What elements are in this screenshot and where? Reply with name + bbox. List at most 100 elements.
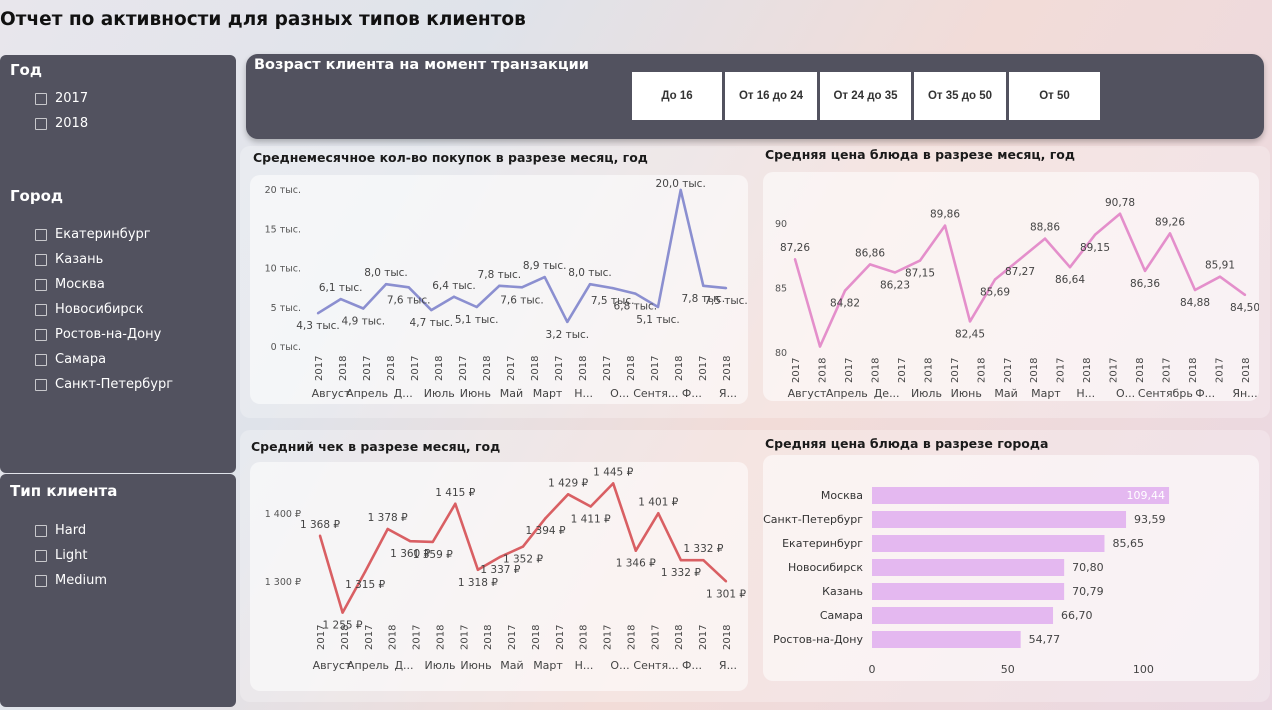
- x-tick-year: 2017: [362, 356, 373, 381]
- checkbox[interactable]: [35, 378, 47, 391]
- data-point: [818, 345, 822, 348]
- data-point: [724, 286, 728, 290]
- series-line: [793, 212, 1246, 348]
- filter-city-spb[interactable]: Санкт-Петербург: [35, 377, 173, 392]
- data-point: [475, 305, 478, 309]
- filter-city-kazan[interactable]: Казань: [35, 252, 103, 267]
- filter-client-light[interactable]: Light: [35, 548, 87, 563]
- data-point: [454, 502, 457, 505]
- filter-client-medium[interactable]: Medium: [35, 573, 107, 588]
- data-label: 1 401 ₽: [638, 496, 678, 508]
- data-label: 1 445 ₽: [593, 466, 633, 478]
- age-slicer: Возраст клиента на момент транзакции До …: [246, 54, 1264, 139]
- x-tick-month: Н...: [575, 659, 594, 672]
- checkbox[interactable]: [35, 353, 47, 366]
- bar: [872, 607, 1054, 624]
- x-tick-month: Июнь: [460, 387, 491, 400]
- x-tick-year: 2018: [579, 625, 590, 650]
- bar: [872, 631, 1021, 648]
- x-tick-year: 2018: [1188, 358, 1199, 383]
- data-label: 6,4 тыс.: [432, 280, 476, 292]
- data-point: [543, 275, 546, 279]
- chart-dish-price: 80 85 90 87,26 84,82 86,86 86,2387,15 89,86 82,4…: [775, 197, 1260, 400]
- bar: [872, 487, 1170, 504]
- data-label: 84,50: [1230, 302, 1259, 314]
- data-label: 84,88: [1180, 297, 1210, 309]
- x-tick-year: 2018: [530, 356, 541, 381]
- x-tick-month: Ф...: [682, 659, 702, 672]
- data-label: 87,27: [1005, 266, 1035, 278]
- bar-data-label: 85,65: [1112, 537, 1144, 550]
- x-tick-year: 2018: [434, 356, 445, 381]
- data-point: [634, 549, 637, 552]
- filter-city-ekaterinburg[interactable]: Екатеринбург: [35, 227, 151, 242]
- bar: [872, 559, 1065, 576]
- data-point: [588, 283, 592, 286]
- x-tick-month: Ян...: [1232, 387, 1257, 400]
- data-label: 5,1 тыс.: [636, 314, 680, 326]
- x-tick-year: 2018: [388, 625, 399, 650]
- checkbox[interactable]: [35, 524, 47, 537]
- data-label: 85,91: [1205, 260, 1235, 272]
- data-label: 89,86: [930, 209, 960, 221]
- age-button-under-16[interactable]: До 16: [632, 72, 722, 120]
- x-tick-year: 2017: [364, 625, 375, 650]
- age-button-16-24[interactable]: От 16 до 24: [725, 72, 817, 120]
- x-tick-year: 2017: [507, 625, 518, 650]
- data-label: 7,8 тыс.: [478, 269, 522, 281]
- x-tick-year: 2017: [603, 625, 614, 650]
- data-point: [702, 559, 705, 562]
- x-tick-year: 2017: [791, 358, 802, 383]
- data-point: [868, 263, 872, 266]
- checkbox[interactable]: [35, 92, 47, 105]
- data-label: 8,9 тыс.: [523, 260, 567, 272]
- x-tick-month: Сентя...: [633, 659, 678, 672]
- data-point: [318, 534, 322, 537]
- x-tick-month: Март: [533, 387, 563, 400]
- data-label: 8,0 тыс.: [568, 267, 612, 279]
- checkbox[interactable]: [35, 328, 47, 341]
- data-label: 7,5 тыс.: [704, 295, 748, 307]
- data-point: [612, 482, 615, 485]
- data-point: [843, 289, 847, 292]
- bar-data-label: 66,70: [1061, 609, 1093, 622]
- data-point: [1168, 232, 1172, 235]
- data-point: [407, 286, 410, 289]
- data-point: [1218, 275, 1222, 278]
- filter-city-samara[interactable]: Самара: [35, 352, 106, 367]
- x-tick-month: О...: [610, 659, 629, 672]
- y-tick-label: 15 тыс.: [265, 224, 301, 235]
- x-tick-year: 2017: [650, 356, 661, 381]
- data-point: [499, 555, 502, 559]
- checkbox[interactable]: [35, 117, 47, 130]
- data-label: 86,64: [1055, 274, 1085, 286]
- checkbox[interactable]: [35, 574, 47, 587]
- checkbox[interactable]: [35, 549, 47, 562]
- chart-title-avg-check: Средний чек в разрезе месяц, год: [251, 439, 501, 454]
- data-label: 86,36: [1130, 278, 1160, 290]
- data-point: [566, 320, 569, 324]
- age-button-35-50[interactable]: От 35 до 50: [914, 72, 1006, 120]
- x-tick-label: 100: [1133, 663, 1154, 676]
- data-label: 1 378 ₽: [368, 512, 408, 524]
- filter-city-moscow[interactable]: Москва: [35, 277, 105, 292]
- checkbox[interactable]: [35, 228, 47, 241]
- filter-client-hard[interactable]: Hard: [35, 523, 86, 538]
- filter-city-novosibirsk[interactable]: Новосибирск: [35, 302, 144, 317]
- age-button-over-50[interactable]: От 50: [1009, 72, 1100, 120]
- filter-year-2018[interactable]: 2018: [35, 116, 88, 131]
- filter-city-rostov[interactable]: Ростов-на-Дону: [35, 327, 161, 342]
- checkbox[interactable]: [35, 303, 47, 316]
- checkbox[interactable]: [35, 278, 47, 291]
- x-tick-year: 2018: [817, 358, 828, 383]
- checkbox[interactable]: [35, 253, 47, 266]
- y-tick-label: 85: [775, 283, 787, 294]
- y-tick-label: 20 тыс.: [265, 185, 301, 196]
- x-tick-year: 2018: [626, 356, 637, 381]
- filter-panel-client-type: Тип клиента Hard Light Medium: [0, 474, 236, 707]
- age-button-24-35[interactable]: От 24 до 35: [820, 72, 911, 120]
- x-tick-month: Июнь: [951, 387, 982, 400]
- data-point: [362, 307, 365, 310]
- data-point: [1018, 257, 1022, 261]
- filter-year-2017[interactable]: 2017: [35, 91, 88, 106]
